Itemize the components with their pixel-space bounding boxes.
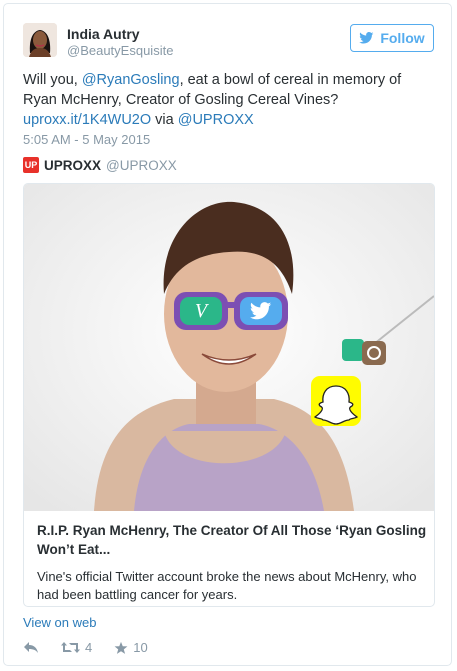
twitter-bird-icon [359, 32, 374, 44]
author-handle[interactable]: @BeautyEsquisite [67, 43, 173, 58]
mention-ryangosling[interactable]: @RyanGosling [82, 72, 180, 88]
tweet-text-part-3: via [151, 112, 178, 128]
uproxx-logo-icon: UP [23, 157, 39, 173]
favorite-button[interactable]: 10 [114, 640, 148, 655]
view-on-web-link[interactable]: View on web [23, 615, 96, 630]
embedded-tweet: India Autry @BeautyEsquisite Follow Will… [3, 3, 452, 666]
retweet-count: 4 [85, 640, 93, 655]
retweet-icon [61, 642, 80, 653]
star-icon [114, 641, 128, 654]
tweet-text-part-1: Will you, [23, 72, 82, 88]
favorite-count: 10 [133, 640, 148, 655]
reply-button[interactable] [23, 641, 39, 654]
follow-button[interactable]: Follow [350, 24, 434, 52]
mention-uproxx[interactable]: @UPROXX [178, 112, 254, 128]
tweet-timestamp[interactable]: 5:05 AM - 5 May 2015 [23, 132, 150, 147]
instagram-icon [362, 341, 386, 365]
link-card[interactable]: V R.I.P. Ryan McHenry, The Creator Of Al… [23, 183, 435, 607]
card-title[interactable]: R.I.P. Ryan McHenry, The Creator Of All … [37, 521, 427, 559]
follow-label: Follow [380, 30, 425, 46]
card-description: Vine's official Twitter account broke th… [37, 569, 417, 602]
tweet-actions: 4 10 [23, 640, 148, 655]
card-image: V [24, 184, 434, 511]
tweet-text: Will you, @RyanGosling, eat a bowl of ce… [23, 70, 438, 130]
reply-icon [24, 642, 38, 653]
source-name: UPROXX [44, 157, 102, 173]
source-handle: @UPROXX [106, 157, 177, 173]
author-name[interactable]: India Autry [67, 26, 140, 42]
card-source[interactable]: UP UPROXX @UPROXX [23, 157, 177, 173]
avatar[interactable] [23, 23, 57, 57]
article-link[interactable]: uproxx.it/1K4WU2O [23, 112, 151, 128]
retweet-button[interactable]: 4 [61, 640, 92, 655]
